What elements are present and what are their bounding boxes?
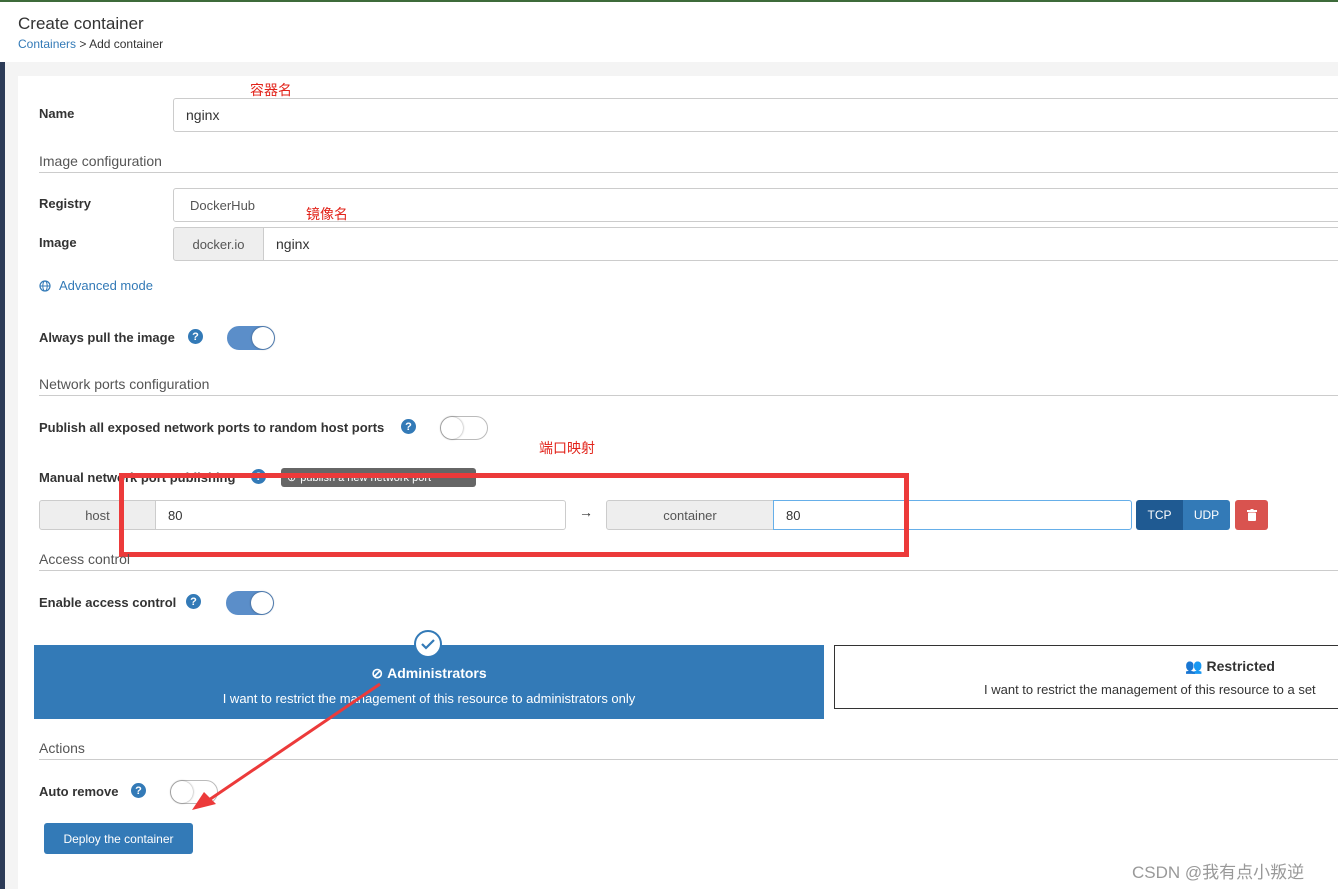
breadcrumb-separator: > bbox=[79, 37, 87, 51]
breadcrumb-current: Add container bbox=[89, 37, 164, 51]
administrators-title: Administrators bbox=[387, 665, 487, 681]
advanced-mode-label: Advanced mode bbox=[59, 278, 153, 293]
actions-title: Actions bbox=[39, 740, 85, 756]
advanced-mode-link[interactable]: Advanced mode bbox=[39, 278, 153, 293]
page-header: Create container Containers > Add contai… bbox=[0, 2, 1338, 62]
name-input[interactable]: nginx bbox=[173, 98, 1338, 132]
annotation-port-mapping: 端口映射 bbox=[539, 440, 595, 456]
image-registry-prefix: docker.io bbox=[173, 227, 264, 261]
annotation-image-name: 镜像名 bbox=[306, 206, 348, 222]
image-input[interactable]: nginx bbox=[263, 227, 1338, 261]
name-label: Name bbox=[39, 106, 75, 121]
access-option-restricted[interactable]: 👥 Restricted I want to restrict the manag… bbox=[834, 645, 1338, 709]
registry-select-value: DockerHub bbox=[190, 197, 256, 213]
toggle-knob bbox=[251, 592, 273, 614]
always-pull-label: Always pull the image bbox=[39, 330, 175, 345]
restricted-title-row: 👥 Restricted bbox=[835, 658, 1338, 675]
help-icon: ? bbox=[188, 329, 203, 344]
administrators-title-row: ⊘ Administrators bbox=[34, 665, 824, 682]
access-control-title: Access control bbox=[39, 551, 131, 567]
globe-icon bbox=[39, 279, 51, 292]
create-container-form: Name nginx 容器名 Image configuration Regis… bbox=[18, 76, 1338, 889]
tcp-button[interactable]: TCP bbox=[1136, 500, 1183, 530]
selected-check-icon bbox=[414, 630, 442, 658]
help-icon: ? bbox=[186, 594, 201, 609]
annotation-port-box bbox=[119, 473, 909, 557]
administrators-description: I want to restrict the management of thi… bbox=[222, 691, 636, 706]
toggle-knob bbox=[441, 417, 463, 439]
annotation-arrow bbox=[192, 682, 381, 810]
name-input-value: nginx bbox=[186, 107, 220, 123]
image-label: Image bbox=[39, 235, 77, 250]
enable-access-toggle[interactable] bbox=[226, 591, 274, 615]
deploy-container-button[interactable]: Deploy the container bbox=[44, 823, 193, 854]
restricted-title: Restricted bbox=[1206, 658, 1275, 674]
trash-icon bbox=[1246, 509, 1257, 521]
remove-port-button[interactable] bbox=[1235, 500, 1268, 530]
breadcrumb: Containers > Add container bbox=[18, 37, 163, 51]
publish-all-label: Publish all exposed network ports to ran… bbox=[39, 420, 385, 435]
divider bbox=[39, 395, 1338, 396]
restricted-description: I want to restrict the management of thi… bbox=[984, 682, 1316, 697]
help-icon: ? bbox=[131, 783, 146, 798]
toggle-knob bbox=[252, 327, 274, 349]
page-title: Create container bbox=[18, 14, 144, 33]
registry-label: Registry bbox=[39, 196, 92, 211]
divider bbox=[39, 570, 1338, 571]
image-config-title: Image configuration bbox=[39, 153, 162, 169]
users-icon: 👥 bbox=[1185, 658, 1203, 674]
watermark: CSDN @我有点小叛逆 bbox=[1132, 863, 1305, 882]
network-ports-title: Network ports configuration bbox=[39, 376, 210, 392]
sidebar-edge bbox=[0, 62, 5, 889]
always-pull-toggle[interactable] bbox=[227, 326, 275, 350]
auto-remove-label: Auto remove bbox=[39, 784, 119, 799]
udp-button[interactable]: UDP bbox=[1183, 500, 1230, 530]
enable-access-label: Enable access control bbox=[39, 595, 177, 610]
annotation-container-name: 容器名 bbox=[250, 82, 292, 98]
divider bbox=[39, 172, 1338, 173]
help-icon: ? bbox=[401, 419, 416, 434]
image-input-value: nginx bbox=[276, 236, 310, 252]
publish-all-toggle[interactable] bbox=[440, 416, 488, 440]
breadcrumb-containers-link[interactable]: Containers bbox=[18, 37, 76, 51]
